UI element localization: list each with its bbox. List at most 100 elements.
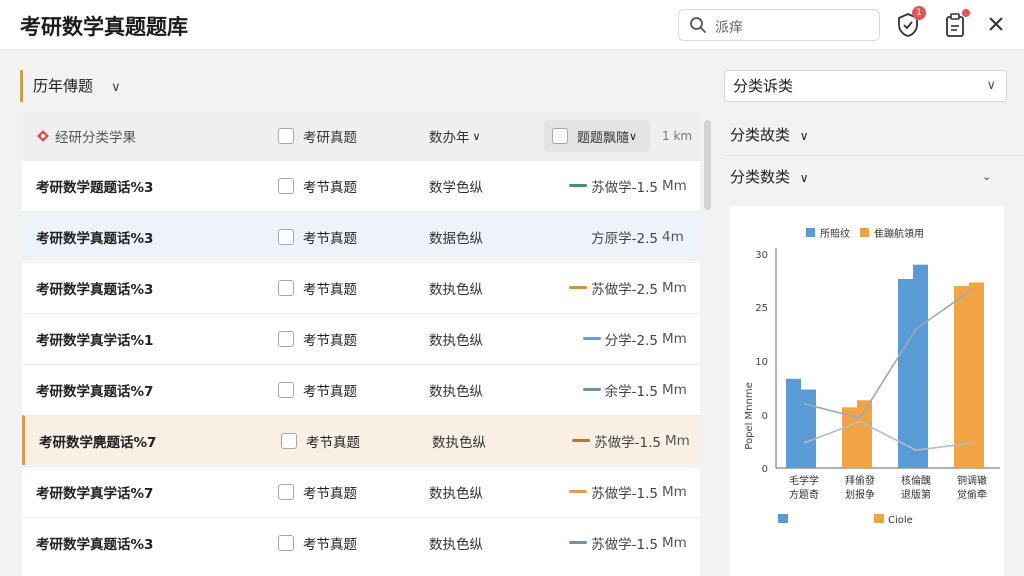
- right-panel: 分类诉类 ∨ 分类故类 ∨ 分类数类 ∨ ⌄ Popel Mnnme 30 25 1…: [724, 60, 1024, 576]
- row-exam: 考节真题: [303, 536, 357, 553]
- row-bar-label: 方原学-2.5: [591, 230, 658, 247]
- x-tick-label: 觉偷牵: [957, 488, 987, 501]
- row-type: 数执色纵: [429, 281, 483, 298]
- x-tick-label: 划报争: [845, 488, 875, 501]
- table-row[interactable]: 考研数学麂题话%7 考节真题 数执色纵 苏做学-1.5 Mm: [22, 415, 700, 465]
- legend-swatch: [874, 514, 884, 523]
- scrollbar-thumb[interactable]: [704, 120, 711, 210]
- legend-label: 所賠纹: [820, 227, 850, 240]
- series-color-swatch: [569, 184, 588, 187]
- table-row[interactable]: 考研数学真题话%7 考节真题 数执色纵 余学-1.5 Mm: [22, 364, 700, 414]
- bar: [801, 389, 816, 468]
- table-row[interactable]: 考研数学题题话%3 考节真题 数学色纵 苏做学-1.5 Mm: [22, 160, 700, 210]
- row-exam: 考节真题: [303, 281, 357, 298]
- legend-swatch: [860, 228, 869, 237]
- chevron-down-icon: ∨: [472, 129, 481, 143]
- link1-label: 分类故类: [730, 126, 791, 144]
- row-exam: 考节真题: [303, 332, 357, 349]
- row-unit: 4m: [662, 228, 684, 245]
- table-row[interactable]: 考研数学真学话%1 考节真题 数执色纵 分学-2.5 Mm: [22, 313, 700, 363]
- header-name[interactable]: 经研分类学果: [55, 126, 136, 146]
- row-name: 考研数学真学话%1: [36, 332, 154, 349]
- select-value: 分类诉类: [733, 77, 794, 95]
- category-select[interactable]: 分类诉类 ∨: [724, 70, 1007, 102]
- question-table: 经研分类学果 考研真题 数办年 ∨ 题题飘隨 ∨ 1 km 考研数学题题话%3 考…: [22, 112, 700, 576]
- app-title: 考研数学真题题库: [20, 15, 188, 39]
- row-name: 考研数学真题话%3: [36, 281, 154, 298]
- row-name: 考研数学真题话%3: [36, 536, 154, 553]
- y-tick-label: 0: [762, 411, 768, 422]
- top-bar: 考研数学真题题库 派痒 1: [0, 0, 1024, 50]
- chevron-down-icon: ∨: [799, 129, 809, 143]
- divider: [724, 155, 1024, 156]
- row-bar-label: 分学-2.5: [604, 332, 658, 349]
- header-year: 数办年: [429, 130, 470, 146]
- row-checkbox[interactable]: [278, 330, 294, 347]
- x-tick-label: 毛学学: [789, 474, 819, 487]
- category-link-1[interactable]: 分类故类 ∨: [730, 124, 809, 145]
- row-name: 考研数学麂题话%7: [39, 434, 157, 451]
- series-line: [803, 289, 973, 419]
- row-checkbox[interactable]: [278, 483, 294, 500]
- row-unit: Mm: [662, 177, 687, 194]
- series-color-swatch: [569, 286, 588, 289]
- header-exam: 考研真题: [303, 130, 357, 146]
- row-checkbox[interactable]: [281, 432, 297, 449]
- table-row[interactable]: 考研数学真题话%3 考节真题 数执色纵 苏做学-2.5 Mm: [22, 262, 700, 312]
- row-type: 数学色纵: [429, 179, 483, 196]
- header-exam-filter[interactable]: 考研真题: [278, 112, 357, 160]
- row-unit: Mm: [662, 483, 687, 500]
- series-color-swatch: [582, 337, 601, 340]
- header-filter: 题题飘隨: [577, 130, 630, 146]
- row-name: 考研数学真学话%7: [36, 485, 154, 502]
- category-icon: [37, 130, 49, 142]
- row-bar-label: 苏做学-1.5: [591, 485, 658, 502]
- row-type: 数据色纵: [429, 230, 483, 247]
- legend-label: Ciole: [888, 515, 913, 526]
- search-box[interactable]: 派痒: [678, 9, 880, 41]
- search-placeholder: 派痒: [715, 20, 743, 36]
- table-row[interactable]: 考研数学真学话%7 考节真题 数执色纵 苏做学-1.5 Mm: [22, 466, 700, 516]
- y-tick-label: 10: [755, 357, 768, 368]
- row-bar-label: 余学-1.5: [604, 383, 658, 400]
- row-bar-label: 苏做学-2.5: [591, 281, 658, 298]
- category-link-2[interactable]: 分类数类 ∨: [730, 166, 809, 187]
- row-unit: Mm: [662, 381, 687, 398]
- filter-checkbox[interactable]: [552, 128, 568, 144]
- notification-button[interactable]: 1: [896, 6, 926, 38]
- search-icon: [690, 17, 706, 33]
- close-button[interactable]: [986, 13, 1010, 39]
- table-row[interactable]: 考研数学真题话%3 考节真题 数据色纵 方原学-2.5 4m: [22, 211, 700, 261]
- header-checkbox[interactable]: [278, 128, 294, 144]
- row-checkbox[interactable]: [278, 177, 294, 194]
- header-year-sort[interactable]: 数办年 ∨: [429, 112, 481, 160]
- row-bar-label: 苏做学-1.5: [591, 536, 658, 553]
- table-header: 经研分类学果 考研真题 数办年 ∨ 题题飘隨 ∨ 1 km: [22, 112, 700, 160]
- row-checkbox[interactable]: [278, 279, 294, 296]
- row-checkbox[interactable]: [278, 534, 294, 551]
- bar: [913, 264, 928, 468]
- header-filter-button[interactable]: 题题飘隨 ∨: [544, 120, 650, 152]
- table-row[interactable]: 考研数学真题话%3 考节真题 数执色纵 苏做学-1.5 Mm: [22, 517, 700, 567]
- row-type: 数执色纵: [429, 536, 483, 553]
- bar: [786, 378, 801, 468]
- chevron-down-icon: ∨: [629, 129, 638, 143]
- row-unit: Mm: [662, 279, 687, 296]
- row-unit: Mm: [662, 330, 687, 347]
- row-type: 数执色纵: [429, 485, 483, 502]
- clipboard-dot: [962, 9, 970, 17]
- row-checkbox[interactable]: [278, 381, 294, 398]
- row-checkbox[interactable]: [278, 228, 294, 245]
- section-header-dropdown[interactable]: 历年傳题 ∨: [20, 70, 121, 102]
- series-line: [803, 420, 973, 451]
- row-name: 考研数学真题话%7: [36, 383, 154, 400]
- collapse-icon[interactable]: ⌄: [982, 170, 991, 183]
- row-name: 考研数学真题话%3: [36, 230, 154, 247]
- y-tick-label: 30: [755, 250, 768, 261]
- bar-chart: Popel Mnnme 30 25 10 0 0 所賠纹 隹蹦航領用毛学学方题奇 拜偷發划报争…: [744, 227, 1000, 526]
- row-exam: 考节真题: [303, 179, 357, 196]
- x-tick-label: 铜调辙: [957, 474, 987, 487]
- x-tick-label: 方题奇: [789, 488, 819, 501]
- clipboard-button[interactable]: [944, 9, 970, 38]
- row-bar-label: 苏做学-1.5: [594, 434, 661, 451]
